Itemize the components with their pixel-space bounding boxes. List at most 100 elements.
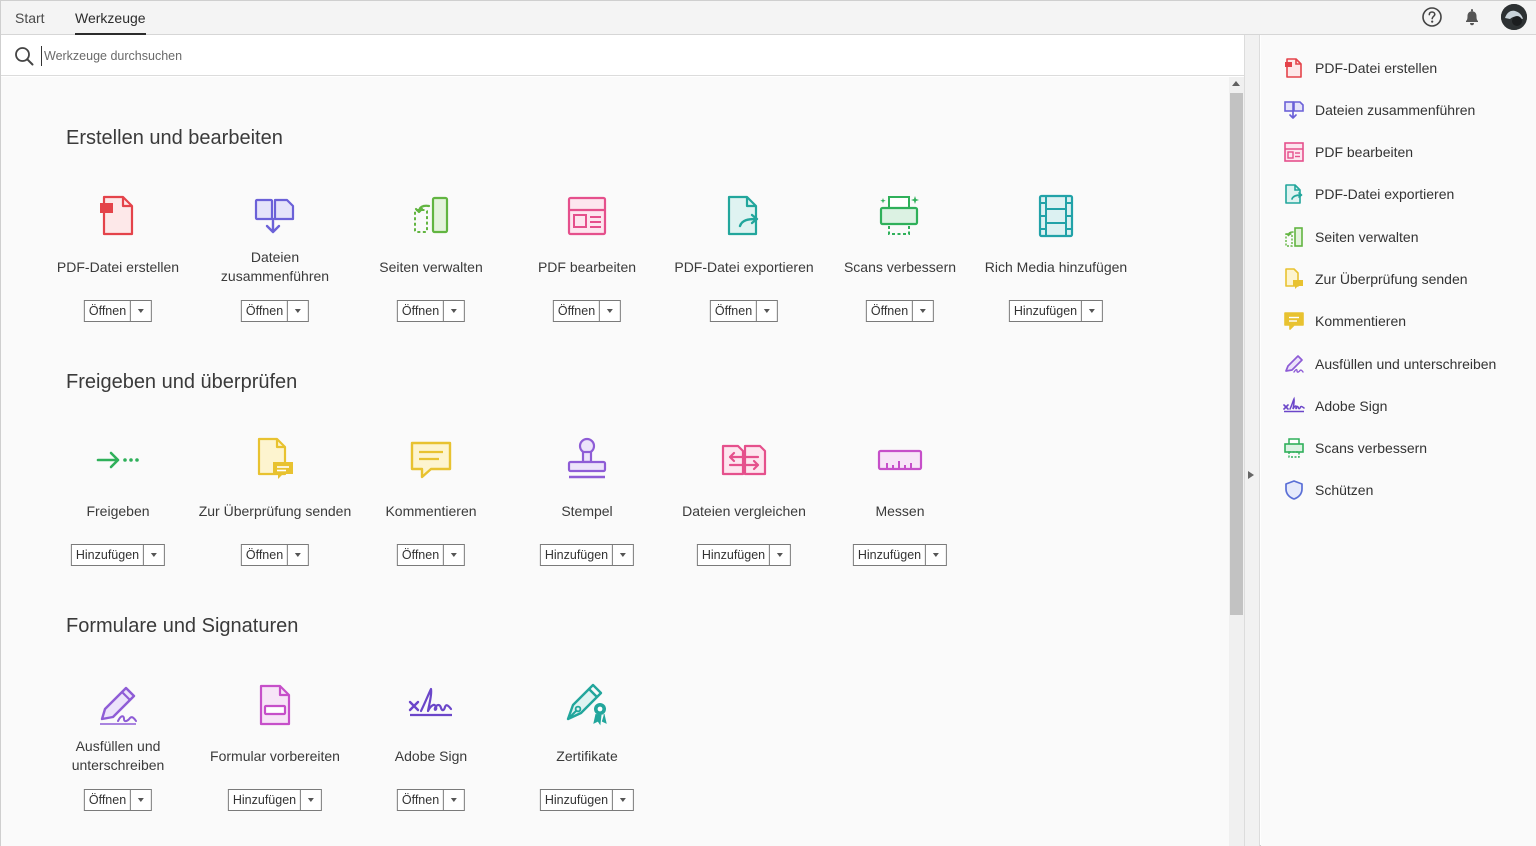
panel-item-organize-pages[interactable]: Seiten verwalten — [1283, 224, 1419, 250]
button-label[interactable]: Hinzufügen — [698, 545, 771, 565]
button-label[interactable]: Öffnen — [242, 301, 289, 321]
stamp-icon[interactable] — [563, 436, 611, 484]
dropdown-arrow-icon[interactable] — [600, 301, 620, 321]
open-button[interactable]: Öffnen — [552, 300, 622, 322]
add-button[interactable]: Hinzufügen — [1008, 300, 1104, 322]
notification-bell-icon[interactable] — [1461, 6, 1483, 28]
panel-item-label: Ausfüllen und unterschreiben — [1315, 356, 1497, 372]
dropdown-arrow-icon[interactable] — [144, 545, 164, 565]
button-label[interactable]: Öffnen — [85, 301, 132, 321]
open-button[interactable]: Öffnen — [396, 300, 466, 322]
dropdown-arrow-icon[interactable] — [301, 790, 321, 810]
add-button[interactable]: Hinzufügen — [539, 789, 635, 811]
panel-item-send-review[interactable]: Zur Überprüfung senden — [1283, 266, 1468, 292]
panel-item-edit-pdf[interactable]: PDF bearbeiten — [1283, 139, 1413, 165]
panel-item-protect[interactable]: Schützen — [1283, 477, 1373, 503]
panel-item-export-pdf[interactable]: PDF-Datei exportieren — [1283, 181, 1454, 207]
panel-item-adobe-sign[interactable]: Adobe Sign — [1283, 393, 1387, 419]
add-button[interactable]: Hinzufügen — [696, 544, 792, 566]
panel-item-label: PDF-Datei erstellen — [1315, 60, 1438, 76]
enhance-scans-icon[interactable] — [876, 192, 924, 240]
dropdown-arrow-icon[interactable] — [444, 790, 464, 810]
open-button[interactable]: Öffnen — [396, 544, 466, 566]
button-label[interactable]: Hinzufügen — [541, 790, 614, 810]
button-label[interactable]: Öffnen — [867, 301, 914, 321]
measure-icon[interactable] — [876, 436, 924, 484]
dropdown-arrow-icon[interactable] — [613, 545, 633, 565]
button-label[interactable]: Öffnen — [85, 790, 132, 810]
dropdown-arrow-icon[interactable] — [288, 545, 308, 565]
button-label[interactable]: Öffnen — [711, 301, 758, 321]
open-button[interactable]: Öffnen — [83, 300, 153, 322]
button-label[interactable]: Öffnen — [398, 790, 445, 810]
button-label[interactable]: Hinzufügen — [229, 790, 302, 810]
tool-create-pdf: PDF-Datei erstellen Öffnen — [40, 192, 196, 332]
help-icon[interactable] — [1421, 6, 1443, 28]
button-label[interactable]: Öffnen — [398, 301, 445, 321]
button-label[interactable]: Hinzufügen — [1010, 301, 1083, 321]
fill-sign-icon — [1285, 355, 1304, 373]
scrollbar-thumb[interactable] — [1230, 93, 1243, 615]
panel-item-fill-sign[interactable]: Ausfüllen und unterschreiben — [1283, 351, 1496, 377]
scroll-up-icon[interactable] — [1232, 81, 1240, 86]
edit-pdf-icon[interactable] — [563, 192, 611, 240]
dropdown-arrow-icon[interactable] — [770, 545, 790, 565]
add-button[interactable]: Hinzufügen — [70, 544, 166, 566]
export-pdf-icon[interactable] — [720, 192, 768, 240]
vertical-scrollbar[interactable] — [1229, 77, 1244, 846]
organize-pages-icon[interactable] — [407, 192, 455, 240]
open-button[interactable]: Öffnen — [83, 789, 153, 811]
open-button[interactable]: Öffnen — [240, 300, 310, 322]
dropdown-arrow-icon[interactable] — [613, 790, 633, 810]
send-review-icon[interactable] — [251, 436, 299, 484]
tool-comment: Kommentieren Öffnen — [353, 436, 509, 576]
create-pdf-icon[interactable] — [94, 192, 142, 240]
dropdown-arrow-icon[interactable] — [1082, 301, 1102, 321]
adobe-sign-icon[interactable] — [407, 681, 455, 729]
panel-item-label: Dateien zusammenführen — [1315, 102, 1476, 118]
rich-media-icon[interactable] — [1032, 192, 1080, 240]
compare-files-icon[interactable] — [720, 436, 768, 484]
dropdown-arrow-icon[interactable] — [444, 545, 464, 565]
tab-tools[interactable]: Werkzeuge — [75, 1, 146, 35]
tool-label: Zertifikate — [556, 747, 618, 764]
panel-item-create-pdf[interactable]: PDF-Datei erstellen — [1283, 55, 1437, 81]
button-label[interactable]: Hinzufügen — [72, 545, 145, 565]
collapse-panel-icon[interactable] — [1248, 471, 1254, 479]
dropdown-arrow-icon[interactable] — [444, 301, 464, 321]
panel-item-enhance-scans[interactable]: Scans verbessern — [1283, 435, 1427, 461]
button-label[interactable]: Öffnen — [554, 301, 601, 321]
add-button[interactable]: Hinzufügen — [539, 544, 635, 566]
avatar[interactable] — [1501, 4, 1527, 30]
dropdown-arrow-icon[interactable] — [131, 301, 151, 321]
prepare-form-icon[interactable] — [251, 681, 299, 729]
panel-item-comment[interactable]: Kommentieren — [1283, 308, 1406, 334]
button-label[interactable]: Öffnen — [242, 545, 289, 565]
open-button[interactable]: Öffnen — [865, 300, 935, 322]
comment-icon[interactable] — [407, 436, 455, 484]
fill-sign-icon[interactable] — [94, 681, 142, 729]
open-button[interactable]: Öffnen — [396, 789, 466, 811]
button-label[interactable]: Hinzufügen — [854, 545, 927, 565]
search-input[interactable] — [41, 46, 641, 66]
add-button[interactable]: Hinzufügen — [852, 544, 948, 566]
dropdown-arrow-icon[interactable] — [926, 545, 946, 565]
panel-item-combine-files[interactable]: Dateien zusammenführen — [1283, 97, 1475, 123]
share-icon[interactable] — [94, 436, 142, 484]
open-button[interactable]: Öffnen — [709, 300, 779, 322]
dropdown-arrow-icon[interactable] — [131, 790, 151, 810]
tool-label: PDF-Datei exportieren — [674, 258, 814, 275]
button-label[interactable]: Hinzufügen — [541, 545, 614, 565]
tool-certificates: Zertifikate Hinzufügen — [509, 681, 665, 821]
open-button[interactable]: Öffnen — [240, 544, 310, 566]
tool-label: Formular vorbereiten — [210, 747, 340, 764]
dropdown-arrow-icon[interactable] — [913, 301, 933, 321]
dropdown-arrow-icon[interactable] — [757, 301, 777, 321]
tab-start[interactable]: Start — [15, 1, 45, 35]
add-button[interactable]: Hinzufügen — [227, 789, 323, 811]
combine-files-icon[interactable] — [251, 192, 299, 240]
button-label[interactable]: Öffnen — [398, 545, 445, 565]
certificates-icon[interactable] — [563, 681, 611, 729]
tools-center: Erstellen und bearbeiten PDF-Datei erste… — [1, 77, 1229, 846]
dropdown-arrow-icon[interactable] — [288, 301, 308, 321]
